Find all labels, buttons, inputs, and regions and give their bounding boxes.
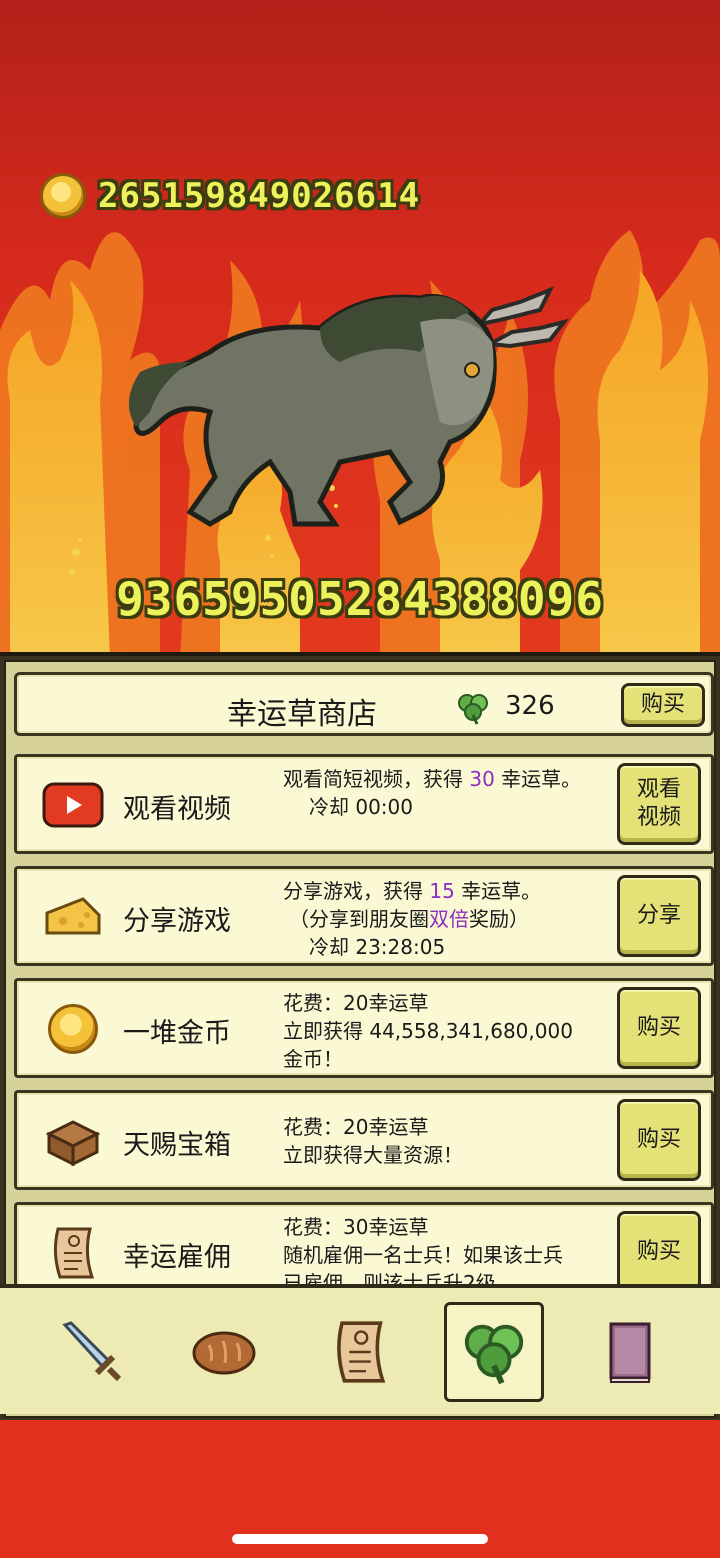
home-indicator[interactable] xyxy=(232,1534,488,1544)
gold-amount: 265159849026614 xyxy=(98,176,421,216)
clover-icon xyxy=(464,1324,524,1385)
clover-icon xyxy=(458,694,488,725)
tab-food[interactable] xyxy=(174,1302,274,1402)
cheese-icon xyxy=(41,887,105,947)
item-title: 分享游戏 xyxy=(123,906,231,937)
clover-count: 326 xyxy=(505,691,555,721)
tab-hire[interactable] xyxy=(310,1302,410,1402)
shop-item-list[interactable]: 观看视频 观看简短视频，获得 30 幸运草。 冷却 00:00 观看 视频 分享游… xyxy=(14,754,714,1292)
gold-coin-icon xyxy=(41,999,105,1059)
tab-book[interactable] xyxy=(580,1302,680,1402)
scroll-icon xyxy=(41,1223,105,1283)
buy-gold-button[interactable]: 购买 xyxy=(617,987,701,1069)
shop-item-gold-pile: 一堆金币 花费：20幸运草 立即获得 44,558,341,680,000 金币… xyxy=(14,978,714,1078)
share-button[interactable]: 分享 xyxy=(617,875,701,957)
bread-icon xyxy=(192,1331,256,1375)
tab-battle[interactable] xyxy=(42,1302,142,1402)
sword-icon xyxy=(62,1321,122,1382)
battle-scene: 265159849026614 93659505284388096 xyxy=(0,0,720,660)
item-description: 花费：30幸运草 随机雇佣一名士兵！如果该士兵 已雇佣，则该士兵升2级。 xyxy=(283,1215,563,1292)
book-icon xyxy=(609,1322,651,1383)
shop-title: 幸运草商店 xyxy=(227,697,377,732)
shop-item-watch-video: 观看视频 观看简短视频，获得 30 幸运草。 冷却 00:00 观看 视频 xyxy=(14,754,714,854)
item-title: 一堆金币 xyxy=(123,1018,231,1049)
item-title: 天赐宝箱 xyxy=(123,1130,231,1161)
buy-clover-button[interactable]: 购买 xyxy=(621,683,705,727)
scroll-icon xyxy=(337,1321,386,1383)
shop-header: 幸运草商店 326 购买 xyxy=(14,672,714,736)
item-title: 幸运雇佣 xyxy=(123,1242,231,1273)
buy-chest-button[interactable]: 购买 xyxy=(617,1099,701,1181)
gold-counter: 265159849026614 xyxy=(40,172,420,220)
gold-coin-icon xyxy=(40,173,86,219)
bottom-tab-bar xyxy=(0,1284,720,1414)
treasure-chest-icon xyxy=(41,1111,105,1171)
shop-item-share-game: 分享游戏 分享游戏，获得 15 幸运草。 （分享到朋友圈双倍奖励） 冷却 23:… xyxy=(14,866,714,966)
shop-item-lucky-hire: 幸运雇佣 花费：30幸运草 随机雇佣一名士兵！如果该士兵 已雇佣，则该士兵升2级… xyxy=(14,1202,714,1292)
item-description: 观看简短视频，获得 30 幸运草。 冷却 00:00 xyxy=(283,767,582,819)
item-description: 花费：20幸运草 立即获得大量资源！ xyxy=(283,1115,463,1167)
item-description: 分享游戏，获得 15 幸运草。 （分享到朋友圈双倍奖励） 冷却 23:28:05 xyxy=(283,879,542,959)
tab-clover-shop[interactable] xyxy=(444,1302,544,1402)
enemy-hp-value: 93659505284388096 xyxy=(116,572,604,626)
item-description: 花费：20幸运草 立即获得 44,558,341,680,000 金币！ xyxy=(283,991,573,1071)
bull-monster[interactable] xyxy=(120,262,570,532)
video-play-icon xyxy=(41,775,105,835)
buy-hire-button[interactable]: 购买 xyxy=(617,1211,701,1292)
shop-item-treasure-chest: 天赐宝箱 花费：20幸运草 立即获得大量资源！ 购买 xyxy=(14,1090,714,1190)
item-title: 观看视频 xyxy=(123,794,231,825)
watch-video-button[interactable]: 观看 视频 xyxy=(617,763,701,845)
